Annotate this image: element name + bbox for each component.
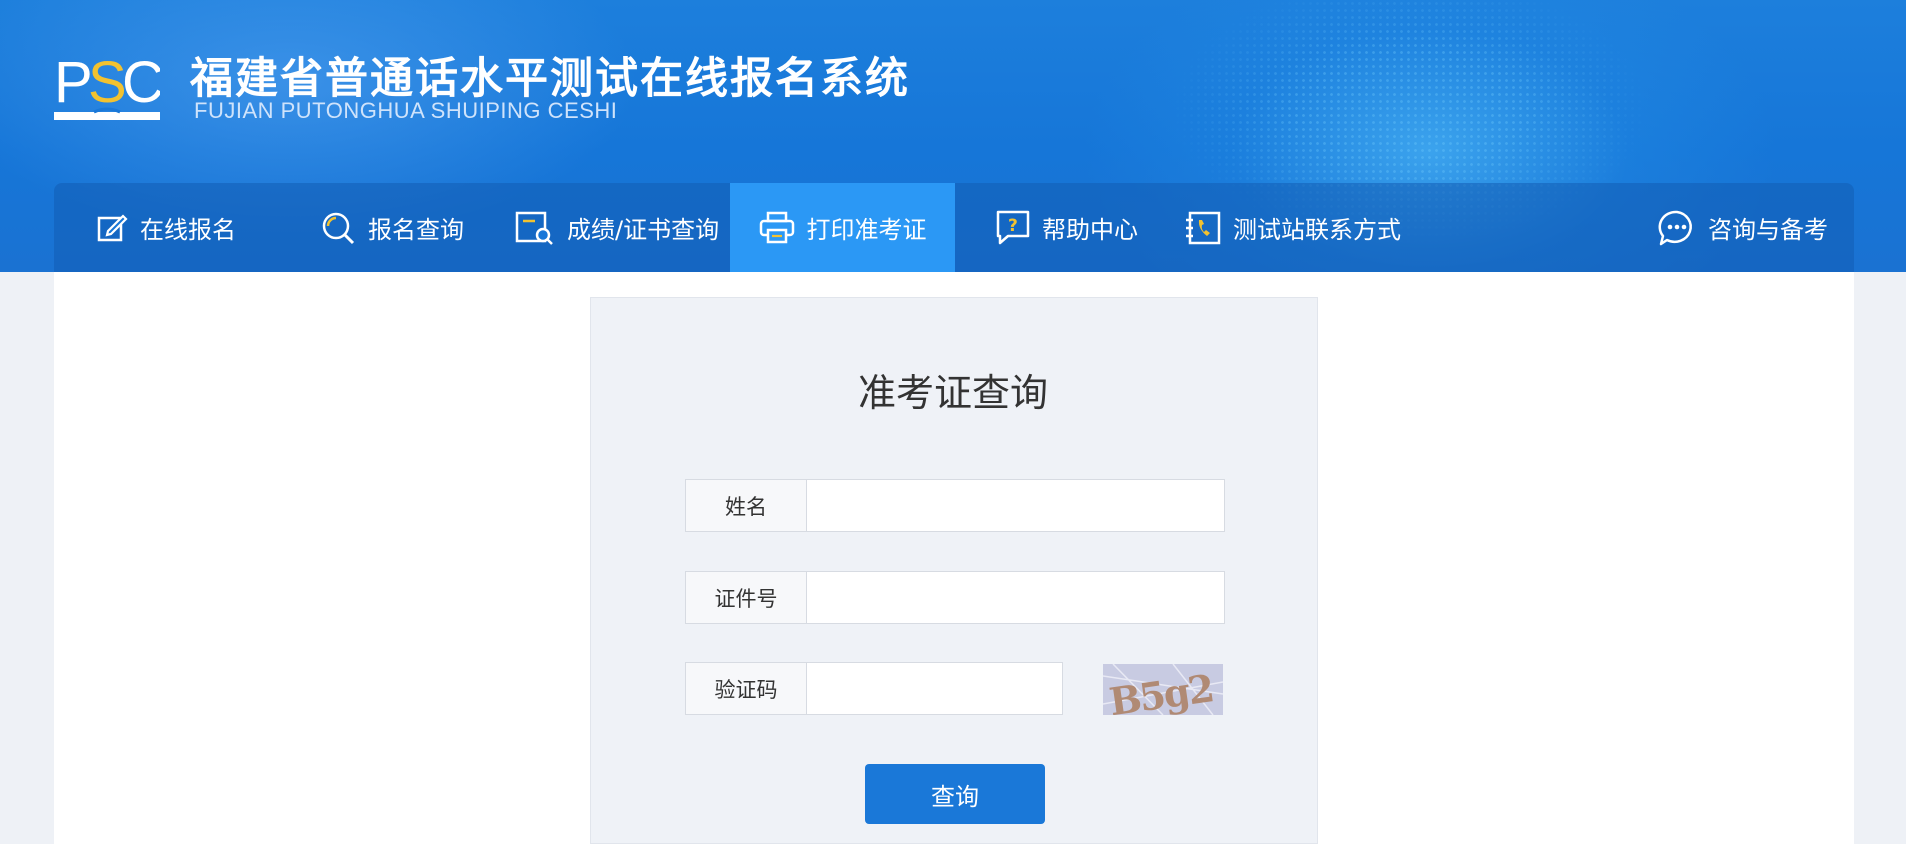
svg-text:?: ? xyxy=(1008,216,1018,236)
name-label: 姓名 xyxy=(685,479,807,532)
nav-label: 成绩/证书查询 xyxy=(567,216,720,244)
id-number-label: 证件号 xyxy=(685,571,807,624)
nav-label: 咨询与备考 xyxy=(1708,216,1828,244)
panel-title: 准考证查询 xyxy=(857,371,1048,415)
site-title: 福建省普通话水平测试在线报名系统 xyxy=(190,54,910,104)
svg-text:S: S xyxy=(88,50,127,115)
id-number-input[interactable] xyxy=(807,571,1225,624)
svg-text:C: C xyxy=(122,50,160,115)
nav-item-online-registration[interactable]: 在线报名 xyxy=(96,183,236,272)
site-subtitle: FUJIAN PUTONGHUA SHUIPING CESHI xyxy=(194,98,618,123)
nav-item-print-admission-ticket[interactable]: 打印准考证 xyxy=(730,183,955,272)
captcha-input[interactable] xyxy=(807,662,1063,715)
nav-label: 帮助中心 xyxy=(1042,216,1138,244)
captcha-image[interactable]: B5g2 xyxy=(1103,664,1223,715)
chat-icon xyxy=(1658,210,1692,245)
captcha-label: 验证码 xyxy=(685,662,807,715)
nav-label: 测试站联系方式 xyxy=(1233,216,1401,244)
edit-icon xyxy=(97,213,128,241)
help-icon: ? xyxy=(996,210,1030,244)
svg-text:P: P xyxy=(54,50,93,115)
nav-item-score-certificate-query[interactable]: 成绩/证书查询 xyxy=(515,183,719,272)
document-search-icon xyxy=(515,211,553,245)
name-input[interactable] xyxy=(807,479,1225,532)
nav-item-test-station-contacts[interactable]: 测试站联系方式 xyxy=(1185,183,1401,272)
nav-item-registration-query[interactable]: 报名查询 xyxy=(320,183,464,272)
printer-icon xyxy=(759,211,794,243)
psc-logo: P S C xyxy=(54,50,160,120)
nav-label: 报名查询 xyxy=(368,216,464,244)
nav-label: 在线报名 xyxy=(140,216,236,244)
query-button[interactable]: 查询 xyxy=(865,764,1045,824)
nav-label: 打印准考证 xyxy=(806,216,927,244)
phone-book-icon xyxy=(1186,211,1221,244)
nav-item-help-center[interactable]: ? 帮助中心 xyxy=(996,183,1138,272)
search-icon xyxy=(322,212,355,244)
nav-item-consult-prepare[interactable]: 咨询与备考 xyxy=(1658,183,1828,272)
